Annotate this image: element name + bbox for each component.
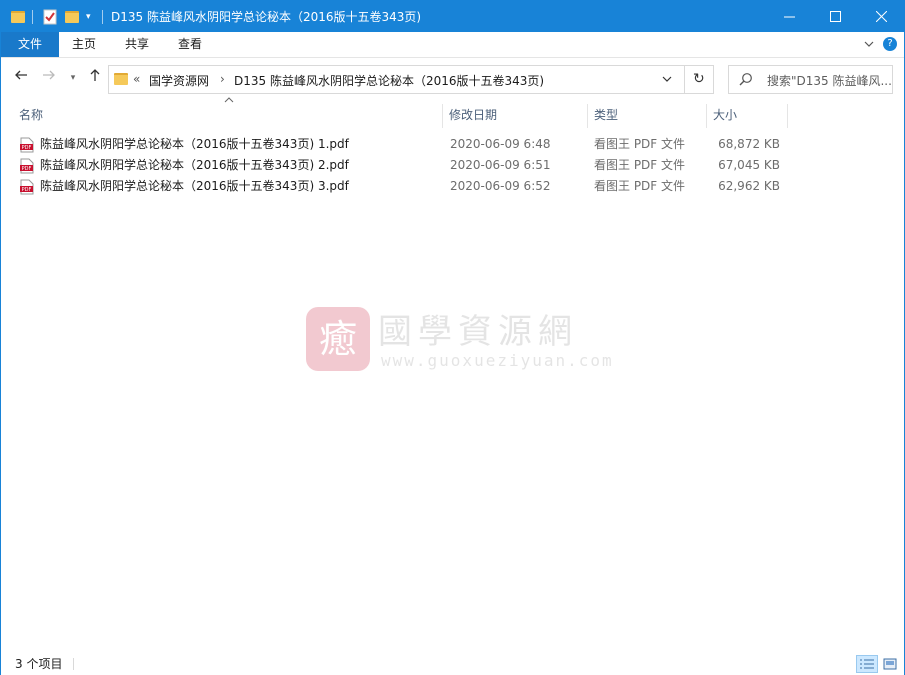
column-header-size[interactable]: 大小 <box>707 100 787 130</box>
minimize-button[interactable] <box>766 1 812 31</box>
column-header-name[interactable]: 名称 <box>13 100 441 130</box>
file-type: 看图王 PDF 文件 <box>594 179 686 193</box>
file-modified: 2020-06-09 6:52 <box>450 179 551 193</box>
file-type: 看图王 PDF 文件 <box>594 137 686 151</box>
status-bar: 3 个项目 <box>1 652 904 675</box>
file-row[interactable]: PDF 陈益峰风水阴阳学总论秘本（2016版十五卷343页) 3.pdf 202… <box>17 176 792 197</box>
title-bar[interactable]: ▾ D135 陈益峰风水阴阳学总论秘本（2016版十五卷343页) <box>1 1 904 32</box>
tab-view[interactable]: 查看 <box>165 32 215 57</box>
qa-separator <box>32 7 33 27</box>
svg-text:PDF: PDF <box>22 145 32 151</box>
file-size: 67,045 KB <box>718 158 780 172</box>
address-folder-icon <box>114 73 128 85</box>
tab-file[interactable]: 文件 <box>1 32 59 57</box>
help-icon[interactable]: ? <box>883 37 897 51</box>
svg-text:PDF: PDF <box>22 187 32 193</box>
back-arrow-icon[interactable] <box>11 68 31 88</box>
column-headers: 名称 修改日期 类型 大小 <box>1 97 904 130</box>
properties-icon[interactable] <box>42 7 58 27</box>
recent-locations-icon[interactable]: ▾ <box>63 68 83 88</box>
breadcrumb-root[interactable]: 国学资源网 <box>149 72 209 89</box>
details-view-button[interactable] <box>856 655 878 673</box>
watermark-title: 國學資源網 <box>378 312 578 352</box>
file-name: 陈益峰风水阴阳学总论秘本（2016版十五卷343页) 1.pdf <box>40 137 349 151</box>
watermark: 癒 國學資源網 www.guoxueziyuan.com <box>306 304 612 374</box>
file-type: 看图王 PDF 文件 <box>594 158 686 172</box>
search-icon <box>739 72 753 89</box>
breadcrumb-current[interactable]: D135 陈益峰风水阴阳学总论秘本（2016版十五卷343页) <box>234 72 544 89</box>
window-title: D135 陈益峰风水阴阳学总论秘本（2016版十五卷343页) <box>111 10 422 24</box>
forward-arrow-icon[interactable] <box>39 68 59 88</box>
pdf-file-icon: PDF <box>20 137 34 153</box>
close-button[interactable] <box>858 1 904 31</box>
watermark-logo: 癒 <box>306 307 370 371</box>
file-size: 68,872 KB <box>718 137 780 151</box>
refresh-icon[interactable]: ↻ <box>693 71 705 87</box>
maximize-button[interactable] <box>812 1 858 31</box>
file-modified: 2020-06-09 6:51 <box>450 158 551 172</box>
ribbon: 文件 主页 共享 查看 ? <box>1 32 904 58</box>
item-count: 3 个项目 <box>15 657 63 671</box>
pdf-file-icon: PDF <box>20 158 34 174</box>
column-header-type[interactable]: 类型 <box>588 100 706 130</box>
file-modified: 2020-06-09 6:48 <box>450 137 551 151</box>
address-divider <box>684 66 685 93</box>
app-folder-icon[interactable] <box>11 7 25 27</box>
watermark-url: www.guoxueziyuan.com <box>381 351 614 370</box>
tab-share[interactable]: 共享 <box>113 32 161 57</box>
large-icons-view-button[interactable] <box>879 655 901 673</box>
column-header-modified[interactable]: 修改日期 <box>443 100 586 130</box>
explorer-window: ▾ D135 陈益峰风水阴阳学总论秘本（2016版十五卷343页) 文件 主页 … <box>0 0 905 675</box>
file-name: 陈益峰风水阴阳学总论秘本（2016版十五卷343页) 2.pdf <box>40 158 349 172</box>
file-row[interactable]: PDF 陈益峰风水阴阳学总论秘本（2016版十五卷343页) 1.pdf 202… <box>17 134 792 155</box>
tab-home[interactable]: 主页 <box>59 32 109 57</box>
address-bar[interactable]: « 国学资源网 › D135 陈益峰风水阴阳学总论秘本（2016版十五卷343页… <box>108 65 714 94</box>
file-row[interactable]: PDF 陈益峰风水阴阳学总论秘本（2016版十五卷343页) 2.pdf 202… <box>17 155 792 176</box>
address-dropdown-icon[interactable] <box>661 73 673 88</box>
title-separator <box>102 7 103 27</box>
svg-text:PDF: PDF <box>22 166 32 172</box>
file-name: 陈益峰风水阴阳学总论秘本（2016版十五卷343页) 3.pdf <box>40 179 349 193</box>
status-divider <box>73 658 74 670</box>
up-arrow-icon[interactable] <box>85 68 105 88</box>
breadcrumb-separator-icon[interactable]: › <box>220 72 225 86</box>
customize-quick-access-icon[interactable]: ▾ <box>86 7 91 27</box>
expand-ribbon-icon[interactable] <box>863 38 875 53</box>
new-folder-icon[interactable] <box>65 7 79 27</box>
search-placeholder: 搜索"D135 陈益峰风... <box>767 74 892 88</box>
file-size: 62,962 KB <box>718 179 780 193</box>
pdf-file-icon: PDF <box>20 179 34 195</box>
address-overflow[interactable]: « <box>133 72 140 86</box>
navigation-bar: ▾ « 国学资源网 › D135 陈益峰风水阴阳学总论秘本（2016版十五卷34… <box>1 59 904 99</box>
search-input[interactable]: 搜索"D135 陈益峰风... <box>728 65 893 94</box>
column-divider[interactable] <box>787 104 788 128</box>
